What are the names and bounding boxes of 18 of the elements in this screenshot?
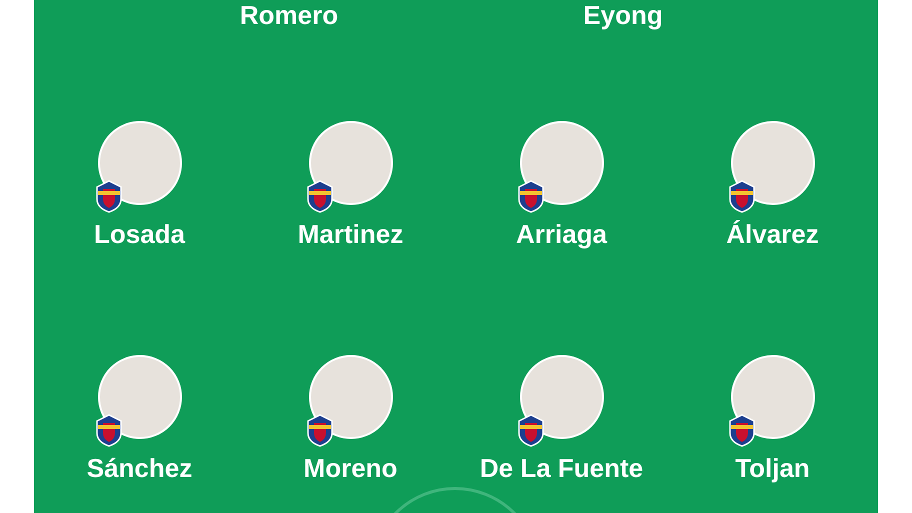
- crest-icon: [726, 179, 756, 213]
- crest-icon: [94, 413, 124, 447]
- player-name: Álvarez: [726, 219, 819, 249]
- crest-icon: [94, 179, 124, 213]
- crest-icon: [516, 413, 546, 447]
- player-name: Arriaga: [516, 219, 608, 249]
- crest-icon: [304, 179, 334, 213]
- crest-icon: [726, 413, 756, 447]
- player-name: Eyong: [582, 0, 664, 30]
- player-name: Toljan: [735, 453, 810, 483]
- player-name: Losada: [94, 219, 186, 249]
- player-name: De La Fuente: [480, 453, 644, 483]
- crest-icon: [516, 179, 546, 213]
- player-name: Martinez: [298, 219, 404, 249]
- player-name: Romero: [238, 0, 340, 30]
- player-name: Moreno: [304, 453, 398, 483]
- player-name: Sánchez: [86, 453, 192, 483]
- crest-icon: [304, 413, 334, 447]
